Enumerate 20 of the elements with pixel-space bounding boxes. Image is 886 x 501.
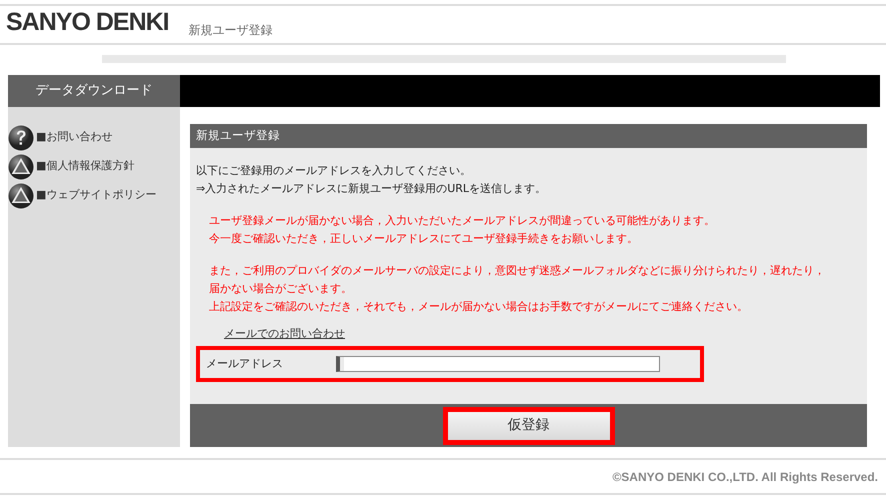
- help-icon: [8, 124, 34, 150]
- notice-text: 届かない場合がございます。: [209, 280, 353, 297]
- sidebar-link[interactable]: ■個人情報保護方針: [36, 158, 134, 175]
- notice-text: 今一度ご確認いただき，正しいメールアドレスにてユーザ登録手続きをお願いします。: [209, 230, 639, 247]
- email-input-field[interactable]: [336, 356, 660, 372]
- copyright-text: ©SANYO DENKI CO.,LTD. All Rights Reserved.: [612, 468, 878, 486]
- intro-text: 以下にご登録用のメールアドレスを入力してください。: [196, 162, 472, 179]
- contact-link[interactable]: メールでのお問い合わせ: [224, 326, 345, 342]
- submit-button[interactable]: 仮登録: [442, 406, 614, 445]
- panel-title: 新規ユーザ登録: [190, 124, 867, 148]
- sidebar-title: データダウンロード: [8, 75, 180, 107]
- notice-text: また，ご利用のプロバイダのメールサーバの設定により，意図せず迷惑メールフォルダなどに振り分けられたり，遅れたり，: [209, 262, 826, 279]
- notice-text: 上記設定をご確認のいただき，それでも，メールが届かない場合はお手数ですがメールにてご連絡ください。: [209, 298, 749, 315]
- notice-text: ユーザ登録メールが届かない場合，入力いただいたメールアドレスが間違っている可能性があります。: [209, 212, 716, 229]
- company-logo: SANYO DENKI: [6, 10, 169, 35]
- intro-text: ⇒入力されたメールアドレスに新規ユーザ登録用のURLを送信します。: [196, 180, 548, 197]
- page-title: 新規ユーザ登録: [188, 22, 273, 39]
- sidebar-link[interactable]: ■お問い合わせ: [36, 129, 112, 146]
- sidebar-link[interactable]: ■ウェブサイトポリシー: [36, 187, 156, 204]
- field-label: メールアドレス: [206, 356, 284, 372]
